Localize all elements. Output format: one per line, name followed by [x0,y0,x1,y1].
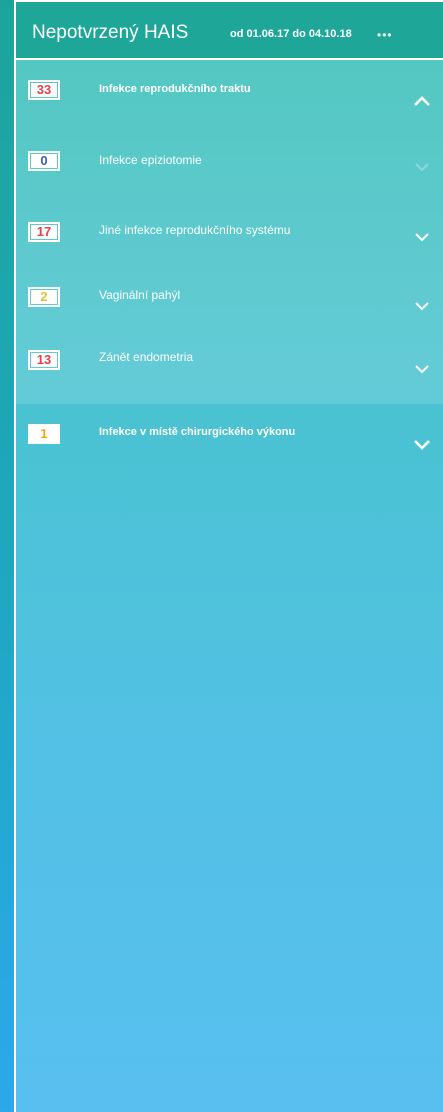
chevron-down-icon[interactable] [412,296,432,316]
chevron-down-icon[interactable] [412,227,432,247]
group-reproductive-tract: 33 Infekce reprodukčního traktu 0 Infekc… [16,60,443,404]
count-badge: 0 [28,151,60,171]
more-menu-icon[interactable]: ••• [377,28,393,42]
list-item-episiotomy[interactable]: 0 Infekce epiziotomie [16,138,443,198]
count-badge: 13 [28,350,60,370]
date-range: od 01.06.17 do 04.10.18 [230,28,352,40]
count-value: 2 [31,290,57,304]
count-value: 33 [31,83,57,97]
chevron-down-icon[interactable] [412,157,432,177]
chevron-down-icon[interactable] [412,359,432,379]
item-label: Infekce epiziotomie [99,153,202,167]
hais-panel: Nepotvrzený HAIS od 01.06.17 do 04.10.18… [14,0,443,1112]
panel-title: Nepotvrzený HAIS [32,22,189,43]
list-item-vaginal-stump[interactable]: 2 Vaginální pahýl [16,282,443,342]
list-item-other-reproductive[interactable]: 17 Jiné infekce reprodukčního systému [16,208,443,268]
count-value: 0 [31,154,57,168]
left-edge-strip [0,0,14,1112]
item-label: Zánět endometria [99,350,194,364]
group-header-row[interactable]: 33 Infekce reprodukčního traktu [16,60,443,120]
item-label: Vaginální pahýl [99,288,181,302]
count-badge: 2 [28,287,60,307]
group-label: Infekce reprodukčního traktu [99,83,251,95]
list-item-endometritis[interactable]: 13 Zánět endometria [16,345,443,405]
count-badge: 1 [28,424,60,444]
count-value: 1 [40,426,48,441]
panel-header: Nepotvrzený HAIS od 01.06.17 do 04.10.18… [16,2,443,60]
count-value: 13 [31,353,57,367]
count-value: 17 [31,225,57,239]
chevron-up-icon[interactable] [412,92,432,112]
group-label: Infekce v místě chirurgického výkonu [99,426,296,438]
item-label: Jiné infekce reprodukčního systému [99,223,291,237]
chevron-down-icon[interactable] [412,434,432,454]
group-surgical-site[interactable]: 1 Infekce v místě chirurgického výkonu [16,404,443,464]
count-badge: 33 [28,80,60,100]
count-badge: 17 [28,222,60,242]
